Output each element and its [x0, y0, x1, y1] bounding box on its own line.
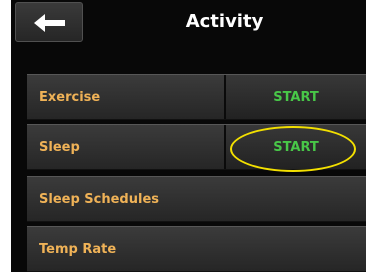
menu-item-temp-rate[interactable]: Temp Rate — [27, 226, 366, 272]
arrow-left-icon — [34, 14, 65, 32]
sleep-schedules-label: Sleep Schedules — [39, 191, 159, 207]
menu-row-sleep: Sleep START — [27, 124, 366, 170]
sleep-start-button[interactable]: START — [224, 125, 366, 169]
exercise-label: Exercise — [39, 89, 101, 105]
exercise-start-button[interactable]: START — [224, 75, 366, 119]
back-button[interactable] — [15, 2, 83, 42]
sleep-label: Sleep — [39, 139, 80, 155]
menu-row-exercise: Exercise START — [27, 74, 366, 120]
page-title: Activity — [185, 11, 264, 32]
menu-item-sleep-schedules[interactable]: Sleep Schedules — [27, 176, 366, 222]
device-screen: Activity Exercise START Sleep START Slee… — [11, 0, 366, 272]
temp-rate-label: Temp Rate — [39, 241, 117, 257]
